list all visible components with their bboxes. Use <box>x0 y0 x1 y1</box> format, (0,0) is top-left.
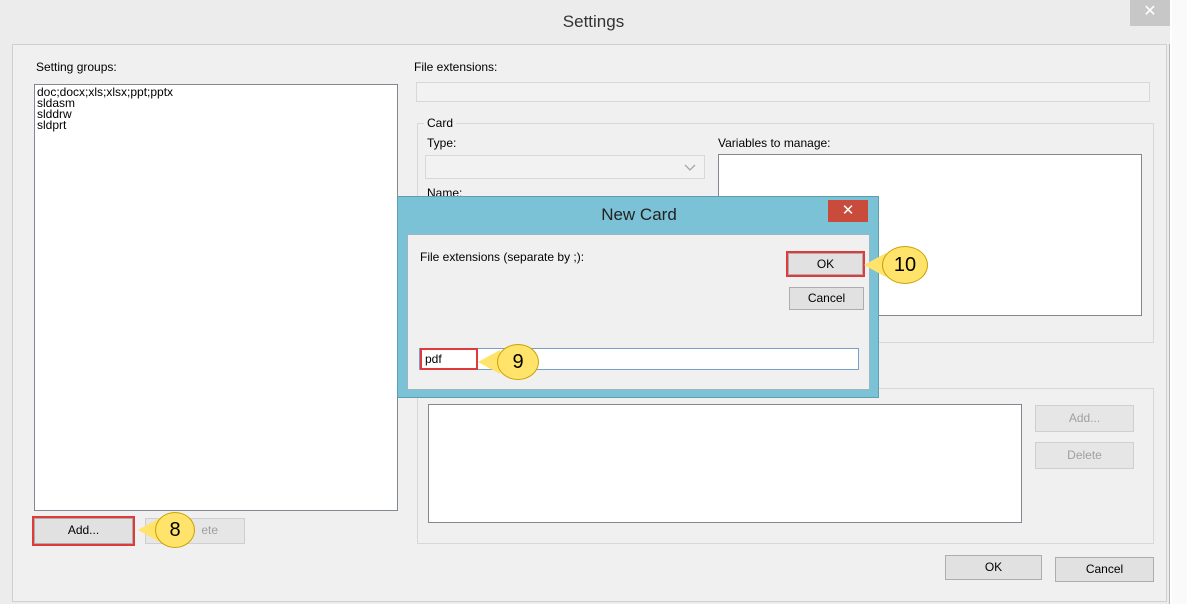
dialog-body: File extensions (separate by ;): OK Canc… <box>407 234 870 390</box>
type-label: Type: <box>427 136 457 150</box>
new-card-dialog: New Card ✕ File extensions (separate by … <box>397 196 879 398</box>
list-item[interactable]: sldasm <box>35 97 397 109</box>
file-extensions-label: File extensions: <box>414 60 498 74</box>
callout-step-10: 10 <box>882 246 928 284</box>
settings-ok-button[interactable]: OK <box>945 555 1042 580</box>
file-extensions-field[interactable] <box>416 82 1150 102</box>
chevron-down-icon <box>684 164 696 171</box>
setting-groups-list[interactable]: doc;docx;xls;xlsx;ppt;pptx sldasm slddrw… <box>34 84 398 511</box>
settings-cancel-button[interactable]: Cancel <box>1055 557 1154 582</box>
variables-label: Variables to manage: <box>718 136 831 150</box>
callout-step-9: 9 <box>497 344 539 380</box>
close-icon[interactable]: ✕ <box>1130 0 1170 26</box>
callout-step-8: 8 <box>155 512 195 548</box>
type-select[interactable] <box>425 155 705 179</box>
list-item[interactable]: doc;docx;xls;xlsx;ppt;pptx <box>35 86 397 98</box>
dialog-ok-button[interactable]: OK <box>786 251 865 277</box>
input-value: pdf <box>420 348 478 370</box>
right-add-button[interactable]: Add... <box>1035 405 1134 432</box>
list-item[interactable]: sldprt <box>35 119 397 131</box>
file-extensions-prompt: File extensions (separate by ;): <box>420 250 585 264</box>
close-icon[interactable]: ✕ <box>828 200 868 222</box>
background-window-edge <box>1172 0 1187 604</box>
setting-groups-label: Setting groups: <box>36 60 117 74</box>
right-delete-button[interactable]: Delete <box>1035 442 1134 469</box>
list-item[interactable]: slddrw <box>35 108 397 120</box>
dialog-cancel-button[interactable]: Cancel <box>789 287 864 310</box>
card-group-label: Card <box>424 116 457 130</box>
lower-list[interactable] <box>428 404 1022 523</box>
dialog-title: New Card <box>601 205 677 224</box>
add-group-button[interactable]: Add... <box>32 516 135 546</box>
window-title: Settings <box>562 12 625 31</box>
